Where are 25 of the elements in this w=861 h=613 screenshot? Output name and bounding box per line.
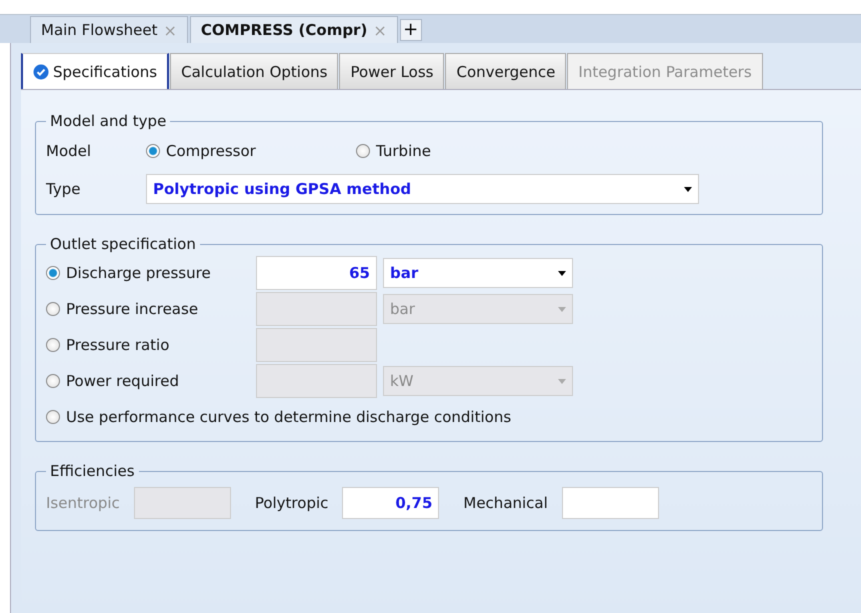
document-tab[interactable]: COMPRESS (Compr) ×: [190, 16, 398, 43]
document-tab[interactable]: Main Flowsheet ×: [30, 16, 188, 43]
efficiency-field[interactable]: 0,75: [342, 487, 440, 519]
group-title: Outlet specification: [49, 235, 197, 253]
unit-dropdown[interactable]: bar: [383, 258, 573, 288]
efficiency-label: Polytropic: [254, 494, 328, 512]
radio-option[interactable]: Compressor: [146, 142, 356, 160]
efficiency-label: Mechanical: [463, 494, 548, 512]
radio-option[interactable]: Use performance curves to determine discharge conditions: [46, 408, 512, 426]
radio-option[interactable]: Discharge pressure: [46, 264, 256, 282]
add-tab-button[interactable]: +: [400, 19, 422, 41]
group-title: Efficiencies: [49, 462, 136, 480]
tab[interactable]: Calculation Options: [170, 53, 338, 89]
group-title: Model and type: [49, 112, 168, 130]
tab[interactable]: Convergence: [445, 53, 566, 89]
type-dropdown[interactable]: Polytropic using GPSA method: [146, 174, 699, 204]
model-label: Model: [46, 142, 92, 160]
value-field[interactable]: 65: [256, 256, 377, 290]
radio-option[interactable]: Turbine: [356, 142, 566, 160]
tab[interactable]: Specifications: [21, 53, 170, 89]
efficiency-field[interactable]: [562, 487, 659, 519]
efficiency-label: Isentropic: [46, 494, 120, 512]
tab[interactable]: Power Loss: [339, 53, 444, 89]
checkmark-icon: [33, 64, 49, 80]
type-label: Type: [46, 180, 82, 198]
